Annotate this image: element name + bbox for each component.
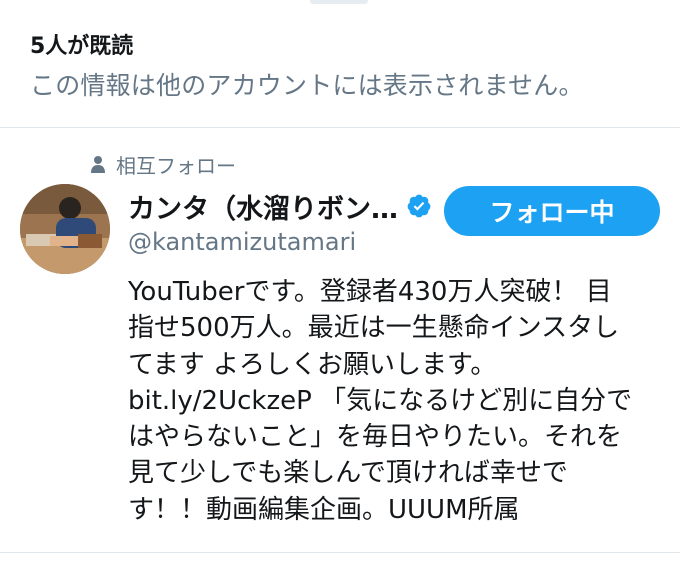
- bio-line: 指せ500万人。最近は一生懸命インスタし: [128, 313, 620, 344]
- read-count-title: 5人が既読: [30, 34, 134, 59]
- bio-link[interactable]: bit.ly/2UckzeP: [128, 386, 312, 416]
- person-icon: [91, 156, 105, 173]
- relationship-row: 相互フォロー: [90, 150, 236, 178]
- bio-line: てます よろしくお願いします。: [128, 349, 497, 380]
- bio-line-with-link: bit.ly/2UckzeP 「気になるけど別に自分で: [128, 383, 663, 419]
- bio-line: はやらないこと」を毎日やりたい。それを: [128, 422, 623, 453]
- divider: [0, 127, 680, 128]
- bio-line-text: 「気になるけど別に自分で: [320, 385, 633, 416]
- following-button[interactable]: フォロー中: [444, 186, 660, 236]
- verified-badge-icon: [407, 194, 431, 218]
- avatar[interactable]: [20, 184, 110, 274]
- relationship-label: 相互フォロー: [116, 153, 236, 178]
- name-row: カンタ（水溜りボン…: [128, 186, 438, 226]
- user-bio: YouTuberです。登録者430万人突破！ 目 指せ500万人。最近は一生懸命…: [128, 274, 663, 528]
- user-handle: @kantamizutamari: [128, 228, 357, 256]
- divider: [0, 552, 680, 553]
- bio-line: 見て少しでも楽しんで頂ければ幸せで: [128, 458, 568, 489]
- bio-line: す！！動画編集企画。UUUM所属: [128, 494, 520, 525]
- display-name: カンタ（水溜りボン…: [128, 193, 398, 225]
- privacy-note: この情報は他のアカウントには表示されません。: [30, 71, 584, 100]
- bio-line: YouTuberです。登録者430万人突破！ 目: [128, 277, 612, 307]
- read-receipt-header: 5人が既読 この情報は他のアカウントには表示されません。: [0, 0, 680, 128]
